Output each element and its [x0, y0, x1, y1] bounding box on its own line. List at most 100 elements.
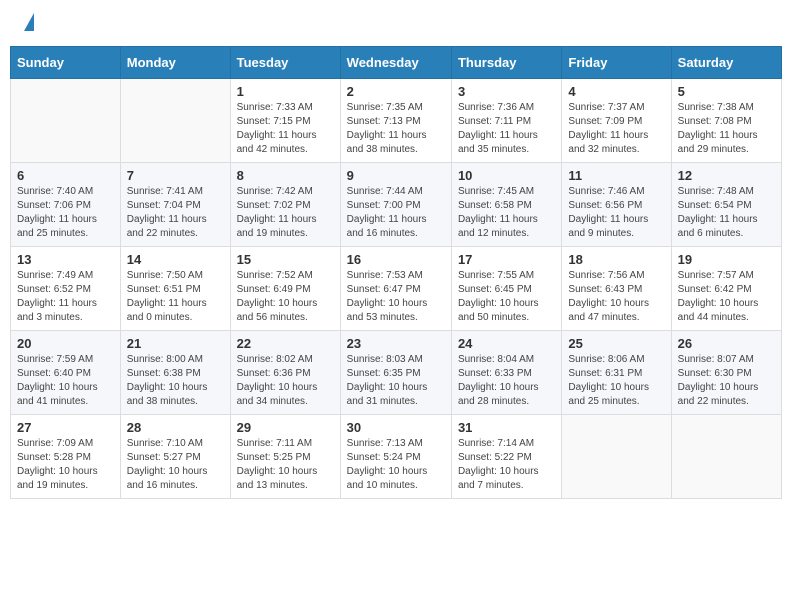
day-info: Sunrise: 7:42 AM Sunset: 7:02 PM Dayligh… — [237, 185, 334, 241]
calendar-cell: 18 Sunrise: 7:56 AM Sunset: 6:43 PM Dayli… — [562, 247, 671, 331]
day-info: Sunrise: 7:36 AM Sunset: 7:11 PM Dayligh… — [458, 101, 555, 157]
day-info: Sunrise: 7:10 AM Sunset: 5:27 PM Dayligh… — [127, 437, 224, 493]
calendar-week-row: 6 Sunrise: 7:40 AM Sunset: 7:06 PM Daylig… — [11, 163, 782, 247]
day-info: Sunrise: 7:49 AM Sunset: 6:52 PM Dayligh… — [17, 269, 114, 325]
day-number: 23 — [347, 336, 445, 351]
day-number: 18 — [568, 252, 664, 267]
day-number: 4 — [568, 84, 664, 99]
day-info: Sunrise: 7:57 AM Sunset: 6:42 PM Dayligh… — [678, 269, 775, 325]
days-of-week-row: SundayMondayTuesdayWednesdayThursdayFrid… — [11, 47, 782, 79]
logo-triangle-icon — [24, 13, 34, 31]
day-of-week-header: Thursday — [451, 47, 561, 79]
day-number: 26 — [678, 336, 775, 351]
calendar-cell: 4 Sunrise: 7:37 AM Sunset: 7:09 PM Daylig… — [562, 79, 671, 163]
calendar-week-row: 20Sunrise: 7:59 AM Sunset: 6:40 PM Dayli… — [11, 331, 782, 415]
calendar-cell: 13 Sunrise: 7:49 AM Sunset: 6:52 PM Dayli… — [11, 247, 121, 331]
day-info: Sunrise: 7:40 AM Sunset: 7:06 PM Dayligh… — [17, 185, 114, 241]
day-number: 1 — [237, 84, 334, 99]
calendar-cell: 3 Sunrise: 7:36 AM Sunset: 7:11 PM Daylig… — [451, 79, 561, 163]
calendar-cell: 1 Sunrise: 7:33 AM Sunset: 7:15 PM Daylig… — [230, 79, 340, 163]
day-info: Sunrise: 7:50 AM Sunset: 6:51 PM Dayligh… — [127, 269, 224, 325]
page-header — [10, 10, 782, 36]
calendar-cell: 31 Sunrise: 7:14 AM Sunset: 5:22 PM Dayli… — [451, 415, 561, 499]
calendar-week-row: 27 Sunrise: 7:09 AM Sunset: 5:28 PM Dayli… — [11, 415, 782, 499]
day-of-week-header: Sunday — [11, 47, 121, 79]
day-of-week-header: Monday — [120, 47, 230, 79]
day-number: 27 — [17, 420, 114, 435]
calendar-header: SundayMondayTuesdayWednesdayThursdayFrid… — [11, 47, 782, 79]
day-info: Sunrise: 8:07 AM Sunset: 6:30 PM Dayligh… — [678, 353, 775, 409]
day-info: Sunrise: 7:53 AM Sunset: 6:47 PM Dayligh… — [347, 269, 445, 325]
calendar-cell: 20Sunrise: 7:59 AM Sunset: 6:40 PM Dayli… — [11, 331, 121, 415]
day-number: 16 — [347, 252, 445, 267]
day-info: Sunrise: 8:00 AM Sunset: 6:38 PM Dayligh… — [127, 353, 224, 409]
day-number: 13 — [17, 252, 114, 267]
day-info: Sunrise: 7:55 AM Sunset: 6:45 PM Dayligh… — [458, 269, 555, 325]
calendar-table: SundayMondayTuesdayWednesdayThursdayFrid… — [10, 46, 782, 499]
day-number: 10 — [458, 168, 555, 183]
day-number: 7 — [127, 168, 224, 183]
day-info: Sunrise: 7:11 AM Sunset: 5:25 PM Dayligh… — [237, 437, 334, 493]
day-info: Sunrise: 8:02 AM Sunset: 6:36 PM Dayligh… — [237, 353, 334, 409]
day-number: 11 — [568, 168, 664, 183]
day-info: Sunrise: 7:45 AM Sunset: 6:58 PM Dayligh… — [458, 185, 555, 241]
calendar-cell: 11 Sunrise: 7:46 AM Sunset: 6:56 PM Dayli… — [562, 163, 671, 247]
calendar-cell — [562, 415, 671, 499]
calendar-body: 1 Sunrise: 7:33 AM Sunset: 7:15 PM Daylig… — [11, 79, 782, 499]
day-number: 30 — [347, 420, 445, 435]
day-info: Sunrise: 7:48 AM Sunset: 6:54 PM Dayligh… — [678, 185, 775, 241]
calendar-week-row: 1 Sunrise: 7:33 AM Sunset: 7:15 PM Daylig… — [11, 79, 782, 163]
day-info: Sunrise: 7:52 AM Sunset: 6:49 PM Dayligh… — [237, 269, 334, 325]
day-number: 6 — [17, 168, 114, 183]
calendar-cell: 28Sunrise: 7:10 AM Sunset: 5:27 PM Dayli… — [120, 415, 230, 499]
calendar-cell: 15 Sunrise: 7:52 AM Sunset: 6:49 PM Dayli… — [230, 247, 340, 331]
calendar-cell — [11, 79, 121, 163]
day-number: 15 — [237, 252, 334, 267]
calendar-cell — [120, 79, 230, 163]
calendar-cell: 17 Sunrise: 7:55 AM Sunset: 6:45 PM Dayli… — [451, 247, 561, 331]
calendar-week-row: 13 Sunrise: 7:49 AM Sunset: 6:52 PM Dayli… — [11, 247, 782, 331]
day-info: Sunrise: 7:33 AM Sunset: 7:15 PM Dayligh… — [237, 101, 334, 157]
logo — [20, 15, 34, 31]
calendar-cell: 25Sunrise: 8:06 AM Sunset: 6:31 PM Dayli… — [562, 331, 671, 415]
calendar-cell: 9Sunrise: 7:44 AM Sunset: 7:00 PM Daylig… — [340, 163, 451, 247]
day-number: 2 — [347, 84, 445, 99]
calendar-cell: 8 Sunrise: 7:42 AM Sunset: 7:02 PM Daylig… — [230, 163, 340, 247]
day-info: Sunrise: 7:35 AM Sunset: 7:13 PM Dayligh… — [347, 101, 445, 157]
day-info: Sunrise: 7:14 AM Sunset: 5:22 PM Dayligh… — [458, 437, 555, 493]
day-of-week-header: Tuesday — [230, 47, 340, 79]
day-number: 31 — [458, 420, 555, 435]
day-of-week-header: Wednesday — [340, 47, 451, 79]
day-info: Sunrise: 7:46 AM Sunset: 6:56 PM Dayligh… — [568, 185, 664, 241]
day-number: 24 — [458, 336, 555, 351]
calendar-cell: 10 Sunrise: 7:45 AM Sunset: 6:58 PM Dayli… — [451, 163, 561, 247]
day-info: Sunrise: 8:04 AM Sunset: 6:33 PM Dayligh… — [458, 353, 555, 409]
day-info: Sunrise: 8:06 AM Sunset: 6:31 PM Dayligh… — [568, 353, 664, 409]
calendar-cell — [671, 415, 781, 499]
day-number: 17 — [458, 252, 555, 267]
calendar-cell: 29 Sunrise: 7:11 AM Sunset: 5:25 PM Dayli… — [230, 415, 340, 499]
calendar-cell: 12 Sunrise: 7:48 AM Sunset: 6:54 PM Dayli… — [671, 163, 781, 247]
calendar-cell: 14 Sunrise: 7:50 AM Sunset: 6:51 PM Dayli… — [120, 247, 230, 331]
calendar-cell: 23Sunrise: 8:03 AM Sunset: 6:35 PM Dayli… — [340, 331, 451, 415]
day-of-week-header: Saturday — [671, 47, 781, 79]
day-number: 22 — [237, 336, 334, 351]
calendar-cell: 27 Sunrise: 7:09 AM Sunset: 5:28 PM Dayli… — [11, 415, 121, 499]
calendar-cell: 22 Sunrise: 8:02 AM Sunset: 6:36 PM Dayli… — [230, 331, 340, 415]
calendar-cell: 16 Sunrise: 7:53 AM Sunset: 6:47 PM Dayli… — [340, 247, 451, 331]
day-number: 3 — [458, 84, 555, 99]
calendar-cell: 19Sunrise: 7:57 AM Sunset: 6:42 PM Dayli… — [671, 247, 781, 331]
calendar-cell: 6 Sunrise: 7:40 AM Sunset: 7:06 PM Daylig… — [11, 163, 121, 247]
calendar-cell: 2 Sunrise: 7:35 AM Sunset: 7:13 PM Daylig… — [340, 79, 451, 163]
day-info: Sunrise: 7:37 AM Sunset: 7:09 PM Dayligh… — [568, 101, 664, 157]
day-info: Sunrise: 7:38 AM Sunset: 7:08 PM Dayligh… — [678, 101, 775, 157]
day-number: 8 — [237, 168, 334, 183]
day-info: Sunrise: 7:09 AM Sunset: 5:28 PM Dayligh… — [17, 437, 114, 493]
day-number: 12 — [678, 168, 775, 183]
day-number: 29 — [237, 420, 334, 435]
day-info: Sunrise: 7:56 AM Sunset: 6:43 PM Dayligh… — [568, 269, 664, 325]
day-number: 14 — [127, 252, 224, 267]
day-of-week-header: Friday — [562, 47, 671, 79]
day-number: 20 — [17, 336, 114, 351]
calendar-cell: 7Sunrise: 7:41 AM Sunset: 7:04 PM Daylig… — [120, 163, 230, 247]
